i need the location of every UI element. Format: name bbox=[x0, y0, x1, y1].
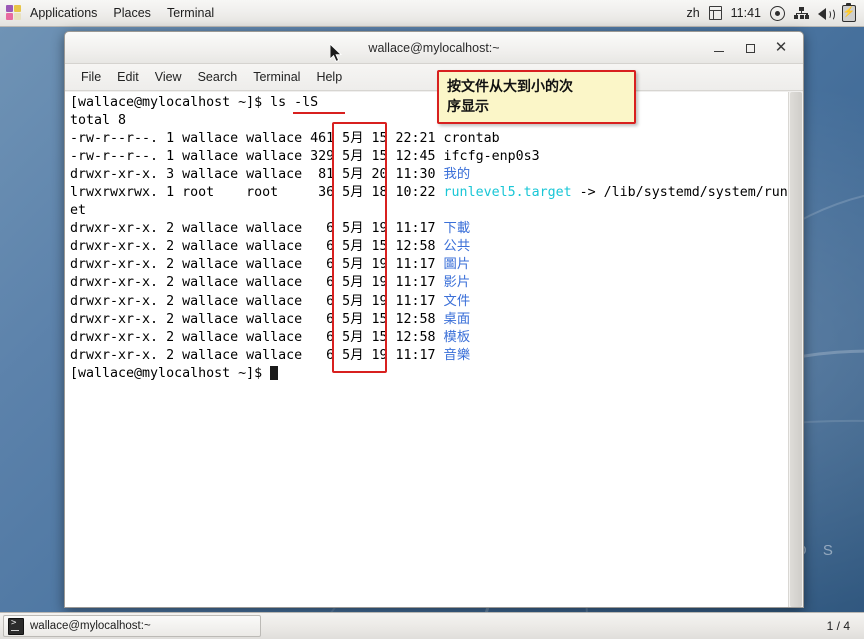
workspace-indicator[interactable]: 1 / 4 bbox=[821, 617, 856, 635]
scrollbar-thumb[interactable] bbox=[790, 92, 802, 607]
volume-icon[interactable] bbox=[818, 7, 835, 21]
battery-icon[interactable]: ⚡ bbox=[842, 2, 856, 22]
terminal-scrollbar[interactable] bbox=[788, 92, 803, 607]
terminal-icon bbox=[8, 617, 24, 635]
terminal-window: wallace@mylocalhost:~ ✕ File Edit View S… bbox=[64, 31, 804, 608]
menu-search[interactable]: Search bbox=[190, 66, 246, 88]
menu-places[interactable]: Places bbox=[106, 3, 160, 24]
network-icon[interactable] bbox=[794, 7, 809, 19]
menu-applications[interactable]: Applications bbox=[23, 3, 106, 24]
taskbar-window-button[interactable]: wallace@mylocalhost:~ bbox=[3, 615, 261, 637]
maximize-button[interactable] bbox=[743, 41, 757, 55]
annotation-note-line1: 按文件从大到小的次 bbox=[447, 79, 573, 95]
terminal-cursor bbox=[270, 365, 279, 380]
terminal-body: [wallace@mylocalhost ~]$ ls -lS total 8 … bbox=[65, 92, 803, 607]
input-method-indicator[interactable]: zh bbox=[686, 6, 699, 20]
menu-file[interactable]: File bbox=[73, 66, 109, 88]
title-bar[interactable]: wallace@mylocalhost:~ ✕ bbox=[65, 32, 803, 64]
menu-help[interactable]: Help bbox=[308, 66, 350, 88]
terminal-screen[interactable]: [wallace@mylocalhost ~]$ ls -lS total 8 … bbox=[65, 92, 788, 607]
menu-view[interactable]: View bbox=[147, 66, 190, 88]
applications-icon[interactable] bbox=[6, 4, 23, 22]
calendar-icon[interactable] bbox=[708, 6, 722, 20]
taskbar: wallace@mylocalhost:~ 1 / 4 bbox=[0, 612, 864, 639]
terminal-output: [wallace@mylocalhost ~]$ ls -lS total 8 … bbox=[70, 95, 788, 381]
menu-terminal[interactable]: Terminal bbox=[160, 3, 223, 24]
size-column-highlight-box bbox=[332, 122, 387, 373]
minimize-button[interactable] bbox=[712, 41, 726, 55]
annotation-note: 按文件从大到小的次 序显示 bbox=[437, 70, 636, 124]
clock-label[interactable]: 11:41 bbox=[731, 6, 761, 20]
taskbar-window-label: wallace@mylocalhost:~ bbox=[30, 620, 151, 632]
command-underline-annotation bbox=[293, 112, 345, 114]
menu-edit[interactable]: Edit bbox=[109, 66, 147, 88]
panel-status-area: zh 11:41 ⚡ bbox=[686, 2, 864, 22]
close-button[interactable]: ✕ bbox=[774, 40, 788, 55]
window-title: wallace@mylocalhost:~ bbox=[368, 40, 500, 55]
window-controls: ✕ bbox=[712, 40, 803, 55]
annotation-note-line2: 序显示 bbox=[447, 99, 489, 115]
top-panel: Applications Places Terminal zh 11:41 ⚡ bbox=[0, 0, 864, 27]
target-icon[interactable] bbox=[770, 5, 785, 21]
menu-terminal[interactable]: Terminal bbox=[245, 66, 308, 88]
menu-bar: File Edit View Search Terminal Help bbox=[65, 64, 803, 91]
